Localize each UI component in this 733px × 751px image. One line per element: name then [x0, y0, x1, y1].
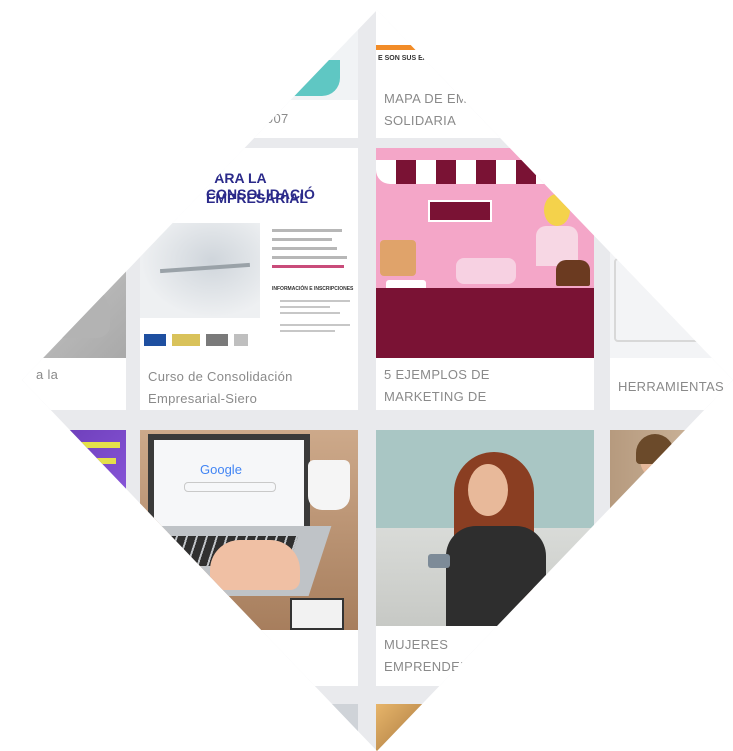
laptop-screen: Google: [148, 434, 310, 532]
card-thumbnail: [610, 148, 733, 358]
person-hair: [636, 434, 674, 464]
card-right-people[interactable]: [610, 430, 733, 540]
card-mapa-emprendimiento[interactable]: E SON SUS EMPRE MAPA DE EMI SOLIDARIA: [376, 10, 594, 138]
poster-info-lines: [272, 223, 352, 274]
card-marketing[interactable]: 5 EJEMPLOS DE MARKETING DE: [376, 148, 594, 410]
sponsor-logos: [144, 334, 254, 348]
card-herramientas[interactable]: HERRAMIENTAS: [610, 148, 733, 410]
orange-accent: [376, 45, 466, 50]
poster-title-2: EMPRESARIAL: [206, 190, 308, 206]
card-thumbnail: [376, 148, 594, 358]
card-caption: a la: [36, 367, 59, 382]
woman-face: [468, 464, 508, 516]
card-mujeres-emprendedoras[interactable]: MUJERES EMPRENDED: [376, 430, 594, 686]
card-top-left[interactable]: .007: [140, 10, 358, 138]
card-caption: MUJERES EMPRENDED: [384, 637, 470, 674]
card-consolidacion-empresarial[interactable]: PARA LA CONSOLIDACIÓ EMPRESARIAL INFORMA…: [140, 148, 358, 410]
google-logo: Google: [200, 462, 242, 477]
phone-in-hand: [428, 554, 450, 568]
card-laptop[interactable]: Google: [140, 430, 358, 686]
pastries: [456, 258, 516, 284]
card-thumbnail: PARA LA CONSOLIDACIÓ EMPRESARIAL INFORMA…: [140, 148, 358, 358]
card-purple[interactable]: [40, 430, 126, 530]
poster-contact-lines: [280, 296, 350, 336]
coffee-cup: [308, 460, 350, 510]
card-bottom-right[interactable]: [376, 704, 456, 751]
card-thumbnail: [140, 10, 358, 100]
tile-grid-diamond: .007 E SON SUS EMPRE MAPA DE EMI SOLIDAR…: [22, 10, 733, 751]
card-caption: MAPA DE EMI SOLIDARIA: [384, 91, 471, 128]
card-thumbnail: [22, 148, 126, 358]
card-left-edge[interactable]: a la: [22, 148, 126, 410]
card-thumbnail: [610, 430, 733, 540]
yellow-text-block: [80, 474, 110, 480]
counter: [376, 288, 594, 358]
shop-sign: [428, 200, 492, 222]
card-thumbnail: E SON SUS EMPRE: [376, 10, 594, 82]
nail-illustration: [140, 223, 260, 318]
poster-info-heading: INFORMACIÓN E INSCRIPCIONES: [272, 286, 354, 292]
thumb-text: E SON SUS EMPRE: [378, 55, 443, 62]
card-caption: 5 EJEMPLOS DE MARKETING DE: [384, 367, 490, 404]
cake-stack: [380, 240, 416, 276]
card-thumbnail: [40, 430, 126, 530]
chocolate-cake: [556, 260, 590, 286]
teal-shape: [290, 60, 340, 96]
search-bar: [184, 482, 276, 492]
card-thumbnail: Google: [140, 430, 358, 630]
yellow-text-block: [80, 442, 120, 448]
card-caption: HERRAMIENTAS: [618, 379, 724, 394]
card-bottom-left[interactable]: [300, 704, 358, 751]
shopkeeper-head: [544, 194, 570, 226]
phone: [290, 598, 344, 630]
person-body: [628, 480, 688, 540]
device-outline: [614, 258, 718, 342]
card-caption: .007: [262, 111, 289, 126]
card-caption: Curso de Consolidación Empresarial-Siero: [148, 369, 293, 406]
hands: [210, 540, 300, 590]
yellow-text-block: [80, 458, 116, 464]
sketch-shape: [40, 278, 110, 338]
woman-body: [446, 526, 546, 626]
awning: [376, 160, 594, 184]
card-thumbnail: [376, 430, 594, 626]
